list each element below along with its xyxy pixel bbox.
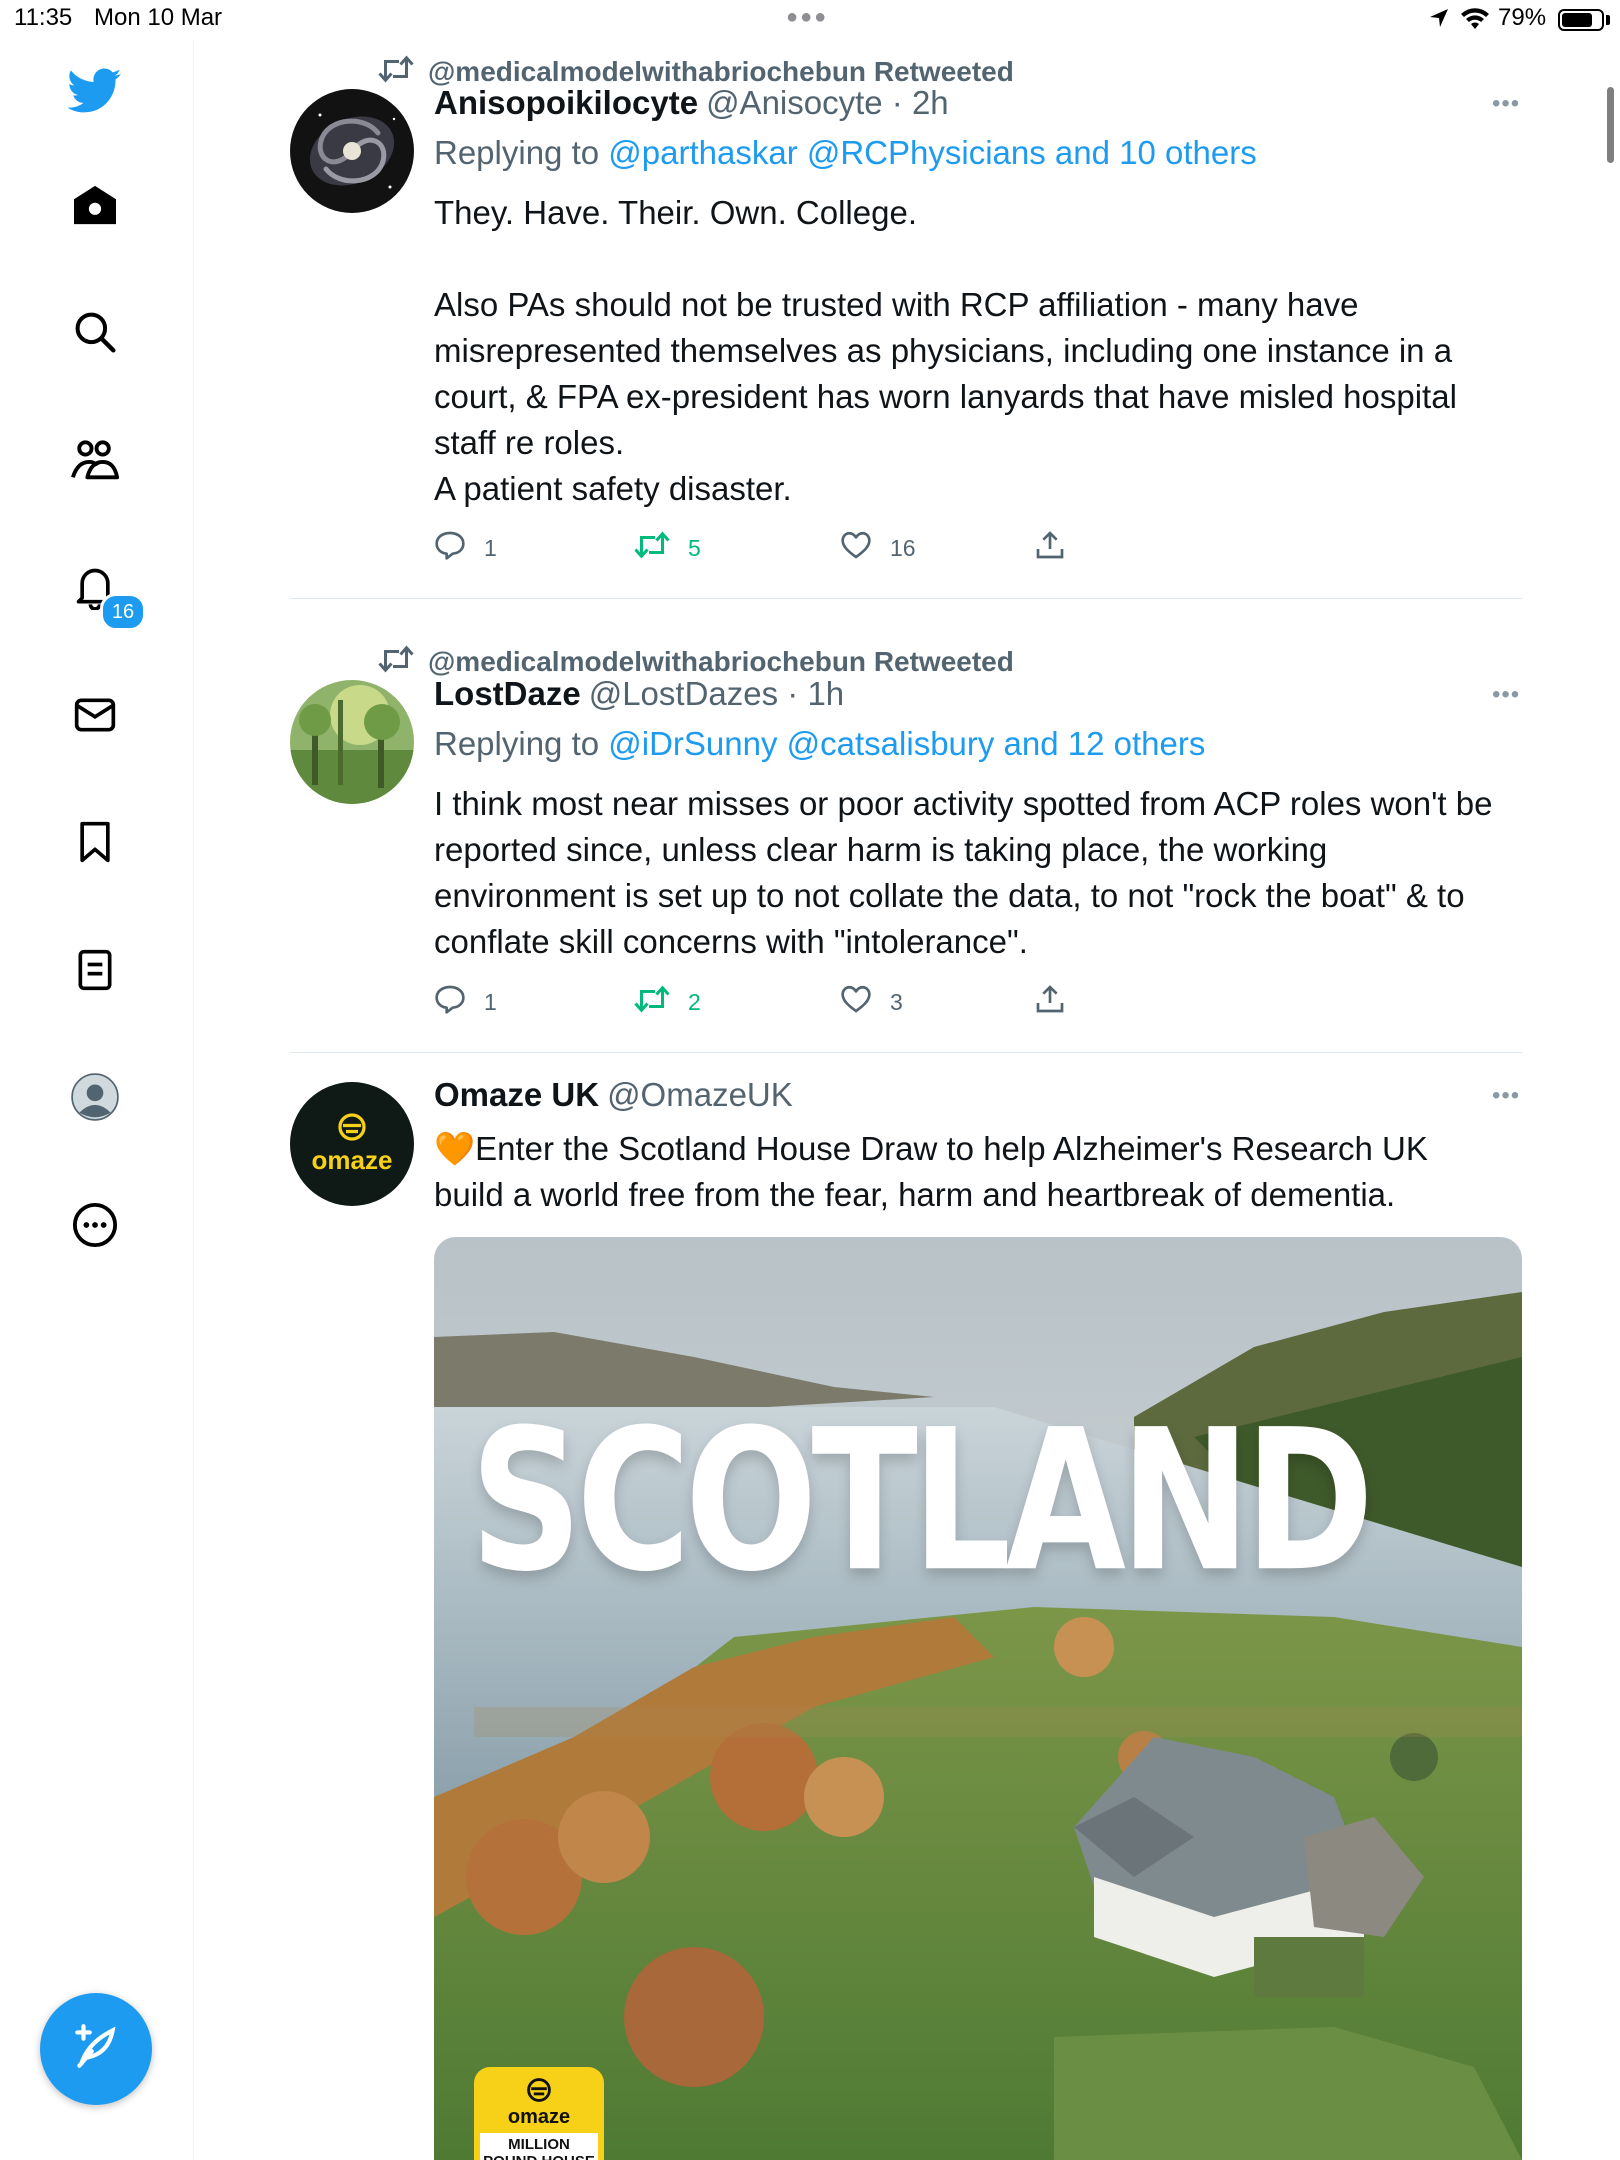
battery-icon [1558,9,1604,31]
retweet-button[interactable]: 5 [634,528,701,568]
retweet-icon [634,530,688,566]
like-button[interactable]: 16 [840,528,916,568]
list-icon[interactable] [68,943,122,997]
scotland-headline: SCOTLAND [470,1387,1374,1615]
notifications-badge: 16 [100,593,146,631]
author-handle[interactable]: @Anisocyte · 2h [706,84,949,121]
share-icon [1034,983,1084,1021]
status-time: 11:35 [14,4,73,31]
more-circle-icon[interactable] [68,1198,122,1252]
replying-prefix: Replying to [434,134,609,171]
author-handle[interactable]: @OmazeUK [607,1076,793,1113]
scotland-photo [434,1237,1522,2160]
compose-button[interactable] [40,1993,152,2105]
author-name[interactable]: Omaze UK [434,1076,599,1113]
like-button[interactable]: 3 [840,982,903,1022]
retweet-icon [378,644,428,681]
battery-percent: 79% [1498,4,1547,31]
bird-icon[interactable] [68,64,122,118]
mail-icon[interactable] [68,688,122,742]
tweet-divider [290,1052,1522,1053]
status-date: Mon 10 Mar [94,4,223,31]
tweet-actions: 1 5 16 [434,528,1334,568]
bookmark-icon[interactable] [68,815,122,869]
share-button[interactable] [1034,528,1084,568]
tweet-header: LostDaze @LostDazes · 1h [434,675,844,713]
scrollbar[interactable] [1607,87,1614,163]
multitasking-dots-icon[interactable]: ●●● [786,6,828,29]
retweet-icon [634,984,688,1020]
home-icon[interactable] [68,178,122,232]
wifi-icon [1460,7,1490,36]
avatar-text: omaze [311,1145,393,1175]
omaze-badge: omaze MILLION POUND HOUSE DRAW [474,2067,604,2160]
avatar-icon[interactable] [68,1070,122,1124]
omaze-badge-brand: omaze [507,2106,571,2128]
omaze-badge-icon [523,2077,555,2108]
compose-feather-icon [71,2022,121,2077]
author-name[interactable]: Anisopoikilocyte [434,84,698,121]
more-options-icon[interactable]: ••• [1492,90,1520,118]
reply-count: 1 [484,534,497,561]
author-name[interactable]: LostDaze [434,675,581,712]
sidebar: 16 [0,40,194,2160]
heart-icon [840,530,890,566]
tweet-header: Omaze UK @OmazeUK [434,1076,793,1114]
avatar[interactable]: omaze [290,1082,414,1206]
retweeted-by-text[interactable]: @medicalmodelwithabriochebun Retweeted [428,646,1014,678]
replying-to-link[interactable]: @parthaskar @RCPhysicians and 10 others [608,134,1256,171]
tweet-header: Anisopoikilocyte @Anisocyte · 2h [434,84,949,122]
tweet-divider [290,598,1522,599]
tweet-actions: 1 2 3 [434,982,1334,1022]
replying-prefix: Replying to [434,725,609,762]
reply-button[interactable]: 1 [434,528,497,568]
reply-button[interactable]: 1 [434,982,497,1022]
retweet-icon [378,54,428,91]
like-count: 16 [890,534,916,561]
search-icon[interactable] [68,305,122,359]
tweet-text: 🧡Enter the Scotland House Draw to help A… [434,1130,1438,1213]
tweet-media-image[interactable]: SCOTLAND omaze MILLION POUND HOUSE DRAW [434,1237,1522,2160]
replying-to-link[interactable]: @iDrSunny @catsalisbury and 12 others [608,725,1205,762]
replying-to: Replying to @iDrSunny @catsalisbury and … [434,725,1205,763]
reply-count: 1 [484,988,497,1015]
share-button[interactable] [1034,982,1084,1022]
battery-nub [1606,15,1610,25]
tweet-text: I think most near misses or poor activit… [434,785,1502,960]
retweet-count: 5 [688,534,701,561]
people-icon[interactable] [68,433,122,487]
share-icon [1034,529,1084,567]
heart-icon [840,984,890,1020]
status-bar: 11:35 Mon 10 Mar ●●● 79% [0,0,1620,40]
avatar[interactable] [290,89,414,213]
tweet-text: They. Have. Their. Own. College. Also PA… [434,194,1457,507]
like-count: 3 [890,988,903,1015]
omaze-badge-text: MILLION POUND HOUSE DRAW [480,2133,598,2160]
omaze-logo-icon [334,1112,370,1147]
replying-to: Replying to @parthaskar @RCPhysicians an… [434,134,1257,172]
more-options-icon[interactable]: ••• [1492,1082,1520,1110]
retweet-button[interactable]: 2 [634,982,701,1022]
location-arrow-icon [1428,7,1450,34]
reply-icon [434,530,484,566]
author-handle[interactable]: @LostDazes · 1h [589,675,844,712]
more-options-icon[interactable]: ••• [1492,681,1520,709]
avatar[interactable] [290,680,414,804]
retweet-count: 2 [688,988,701,1015]
reply-icon [434,984,484,1020]
